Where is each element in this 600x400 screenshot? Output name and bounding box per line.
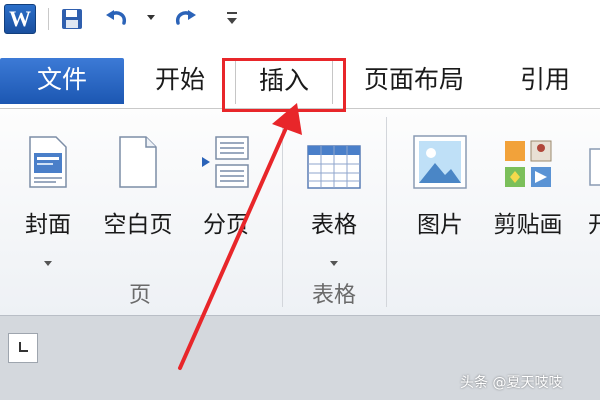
annotation-arrow-icon: [178, 103, 302, 370]
watermark-text: 头条 @夏天吱吱: [460, 375, 563, 391]
